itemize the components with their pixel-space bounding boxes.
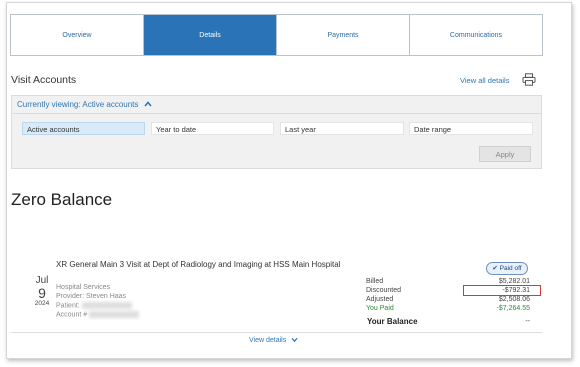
- view-all-details-link[interactable]: View all details: [460, 76, 509, 85]
- tab-overview[interactable]: Overview: [11, 15, 144, 55]
- billed-value: $5,282.01: [498, 278, 530, 285]
- section-title: Zero Balance: [11, 190, 113, 209]
- account-provider: Provider: Steven Haas: [56, 293, 127, 300]
- account-patient: Patient:: [56, 302, 132, 309]
- chevron-up-icon: [144, 101, 152, 107]
- filter-last-year[interactable]: Last year: [280, 122, 404, 135]
- tab-communications[interactable]: Communications: [410, 15, 542, 55]
- status-badge-label: Paid off: [499, 265, 522, 272]
- visit-accounts-title: Visit Accounts: [11, 74, 77, 86]
- currently-viewing-toggle[interactable]: Currently viewing: Active accounts: [12, 96, 541, 114]
- view-details-link[interactable]: View details: [249, 337, 298, 344]
- visit-day: 9: [38, 285, 46, 301]
- you-paid-value: -$7,264.55: [496, 305, 530, 312]
- redacted-patient: [81, 302, 132, 309]
- printer-icon[interactable]: [522, 73, 536, 86]
- chevron-down-icon: [291, 337, 298, 343]
- highlight-box: [463, 285, 541, 296]
- status-badge: ✔ Paid off: [486, 262, 528, 275]
- your-balance-label: Your Balance: [367, 317, 418, 326]
- account-service: Hospital Services: [56, 284, 111, 291]
- filter-year-to-date[interactable]: Year to date: [151, 122, 274, 135]
- adjusted-label: Adjusted: [366, 296, 394, 303]
- account-number: Account #: [56, 311, 140, 319]
- tab-bar: Overview Details Payments Communications: [10, 14, 543, 56]
- discounted-label: Discounted: [366, 287, 402, 294]
- visit-year: 2024: [34, 300, 50, 307]
- tab-payments[interactable]: Payments: [277, 15, 410, 55]
- filter-date-range[interactable]: Date range: [409, 122, 533, 135]
- currently-viewing-label: Currently viewing: Active accounts: [17, 100, 139, 109]
- you-paid-label: You Paid: [366, 305, 394, 312]
- tab-details[interactable]: Details: [144, 15, 277, 55]
- divider: [11, 332, 542, 333]
- billed-label: Billed: [366, 278, 384, 285]
- filter-panel: Currently viewing: Active accounts Activ…: [11, 95, 542, 169]
- view-details-label: View details: [249, 337, 287, 344]
- visit-date: Jul 9 2024: [26, 276, 58, 308]
- account-title: XR General Main 3 Visit at Dept of Radio…: [56, 260, 341, 269]
- your-balance-value: --: [525, 318, 530, 325]
- apply-button[interactable]: Apply: [479, 146, 531, 162]
- patient-label: Patient:: [56, 302, 80, 310]
- redacted-account-number: [89, 311, 140, 318]
- adjusted-value: $2,508.06: [498, 296, 530, 303]
- account-number-label: Account #: [56, 311, 88, 319]
- filter-active-accounts[interactable]: Active accounts: [22, 122, 145, 135]
- check-icon: ✔: [492, 265, 498, 272]
